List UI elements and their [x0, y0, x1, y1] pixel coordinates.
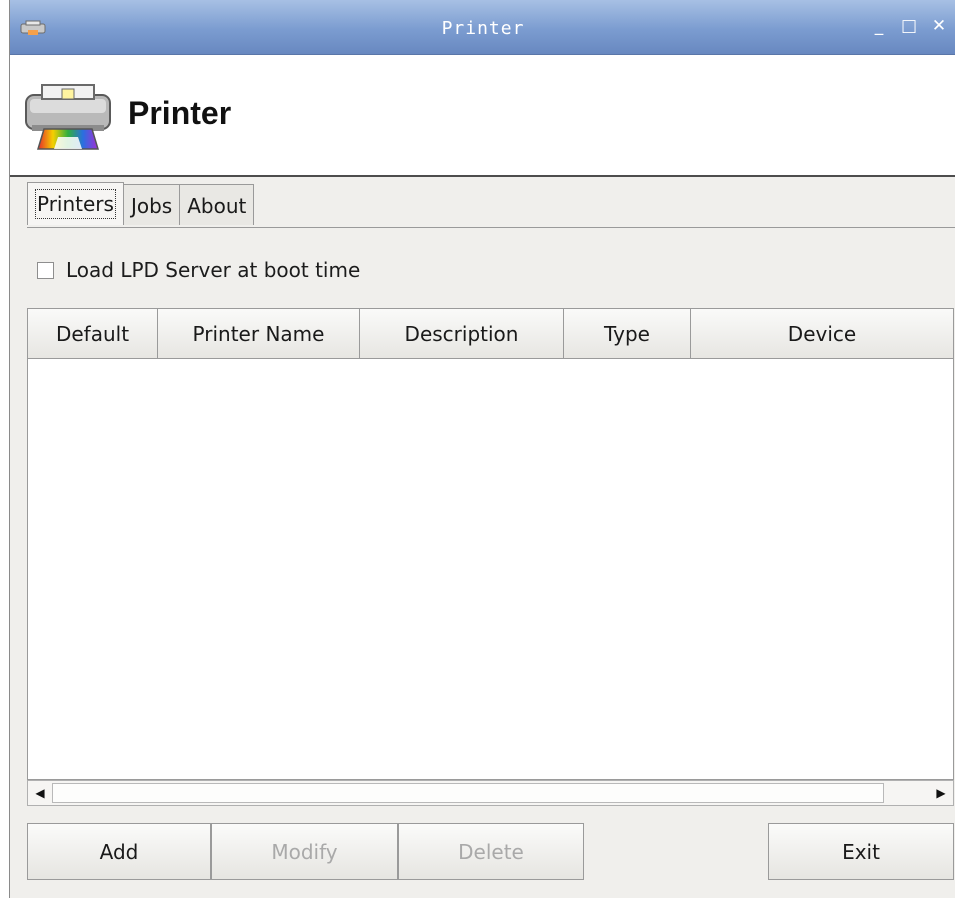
tab-bar: Printers Jobs About	[27, 182, 255, 225]
tab-printers[interactable]: Printers	[27, 182, 124, 225]
load-lpd-option[interactable]: Load LPD Server at boot time	[37, 258, 360, 282]
minimize-button[interactable]: _	[868, 14, 890, 38]
column-header-printer-name[interactable]: Printer Name	[158, 309, 360, 358]
column-header-default[interactable]: Default	[28, 309, 158, 358]
add-button[interactable]: Add	[27, 823, 211, 880]
table-header: Default Printer Name Description Type De…	[28, 309, 953, 359]
horizontal-scrollbar[interactable]: ◀ ▶	[27, 780, 954, 806]
load-lpd-checkbox[interactable]	[37, 261, 54, 279]
modify-button[interactable]: Modify	[211, 823, 398, 880]
tab-jobs[interactable]: Jobs	[122, 184, 181, 225]
window-title: Printer	[441, 18, 525, 39]
printers-panel: Load LPD Server at boot time Default Pri…	[27, 227, 955, 888]
page-title: Printer	[128, 95, 232, 131]
column-header-description[interactable]: Description	[360, 309, 564, 358]
load-lpd-label[interactable]: Load LPD Server at boot time	[66, 258, 360, 282]
tab-printers-label: Printers	[35, 189, 116, 219]
printers-table[interactable]: Default Printer Name Description Type De…	[27, 308, 954, 780]
delete-button[interactable]: Delete	[398, 823, 584, 880]
printer-icon	[25, 84, 111, 150]
close-button[interactable]: ✕	[928, 14, 950, 38]
printer-window: Printer _ □ ✕ Printer Printers Jobs Abou…	[9, 0, 955, 898]
title-bar[interactable]: Printer _ □ ✕	[10, 0, 955, 55]
scroll-right-icon[interactable]: ▶	[931, 783, 951, 803]
scroll-left-icon[interactable]: ◀	[30, 783, 50, 803]
app-header: Printer	[10, 55, 955, 177]
maximize-button[interactable]: □	[898, 14, 920, 38]
scrollbar-thumb[interactable]	[52, 783, 884, 803]
column-header-device[interactable]: Device	[691, 309, 953, 358]
exit-button[interactable]: Exit	[768, 823, 954, 880]
tab-about[interactable]: About	[179, 184, 255, 225]
column-header-type[interactable]: Type	[564, 309, 691, 358]
action-buttons: Add Modify Delete Exit	[27, 823, 955, 881]
